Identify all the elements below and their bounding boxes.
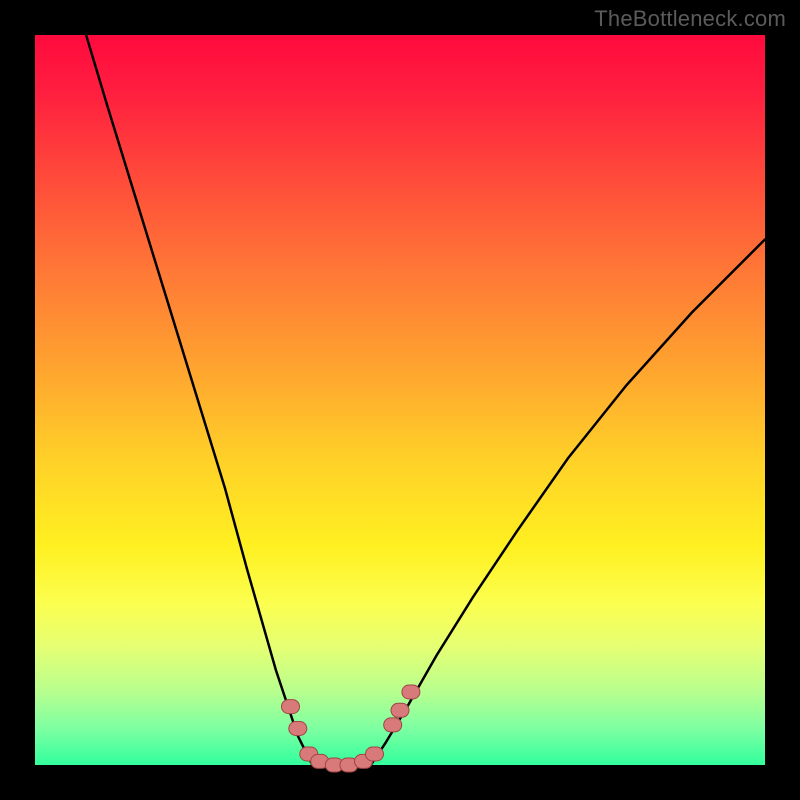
- plot-area: [35, 35, 765, 765]
- watermark-text: TheBottleneck.com: [594, 6, 786, 32]
- bottleneck-curve: [86, 35, 765, 765]
- marker-point: [289, 722, 307, 736]
- marker-point: [282, 700, 300, 714]
- marker-point: [391, 703, 409, 717]
- chart-frame: TheBottleneck.com: [0, 0, 800, 800]
- marker-point: [384, 718, 402, 732]
- marker-group: [282, 685, 420, 772]
- marker-point: [366, 747, 384, 761]
- chart-svg: [35, 35, 765, 765]
- marker-point: [402, 685, 420, 699]
